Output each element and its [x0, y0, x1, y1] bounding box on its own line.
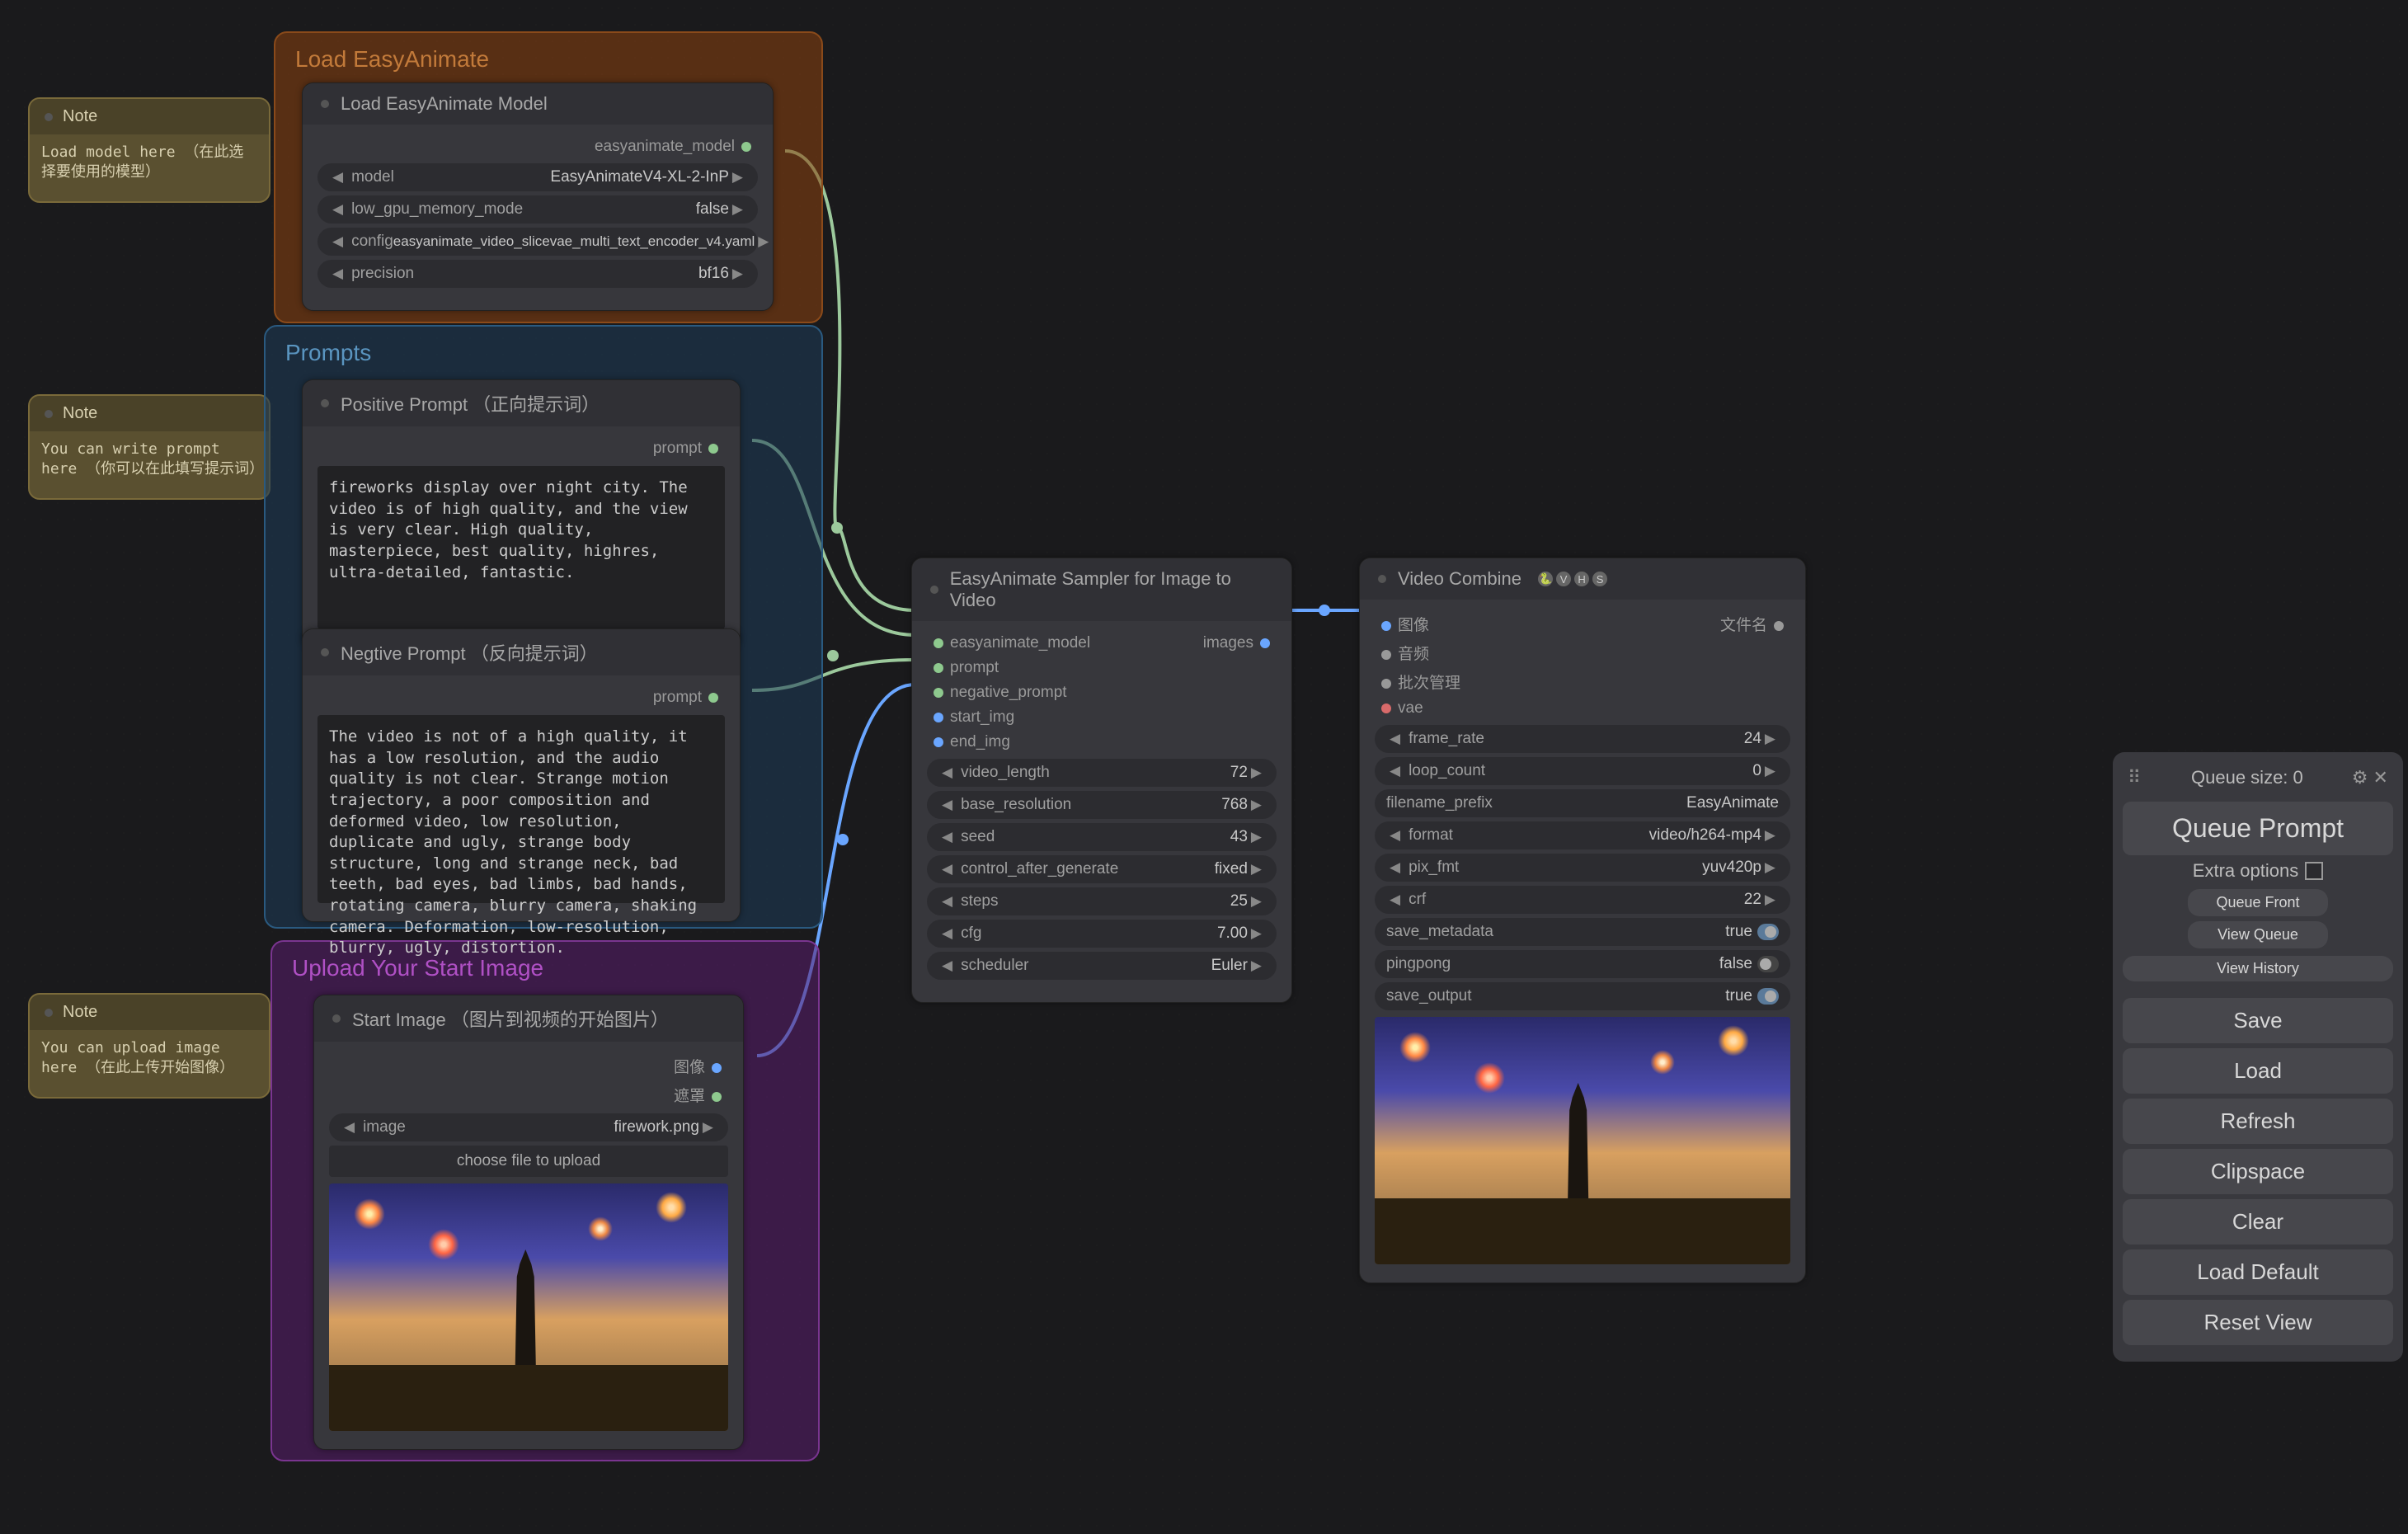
- widget-save-output[interactable]: save_outputtrue: [1375, 982, 1790, 1010]
- widget-save-metadata[interactable]: save_metadatatrue: [1375, 918, 1790, 946]
- video-preview: [1375, 1017, 1790, 1264]
- node-load-easyanimate-model[interactable]: Load EasyAnimate Model easyanimate_model…: [302, 82, 774, 311]
- clear-button[interactable]: Clear: [2123, 1199, 2393, 1245]
- reset-view-button[interactable]: Reset View: [2123, 1300, 2393, 1345]
- positive-prompt-text[interactable]: fireworks display over night city. The v…: [317, 466, 725, 629]
- widget-scheduler[interactable]: ◀schedulerEuler▶: [927, 952, 1277, 980]
- widget-format[interactable]: ◀formatvideo/h264-mp4▶: [1375, 821, 1790, 849]
- widget-loop-count[interactable]: ◀loop_count0▶: [1375, 757, 1790, 785]
- queue-prompt-button[interactable]: Queue Prompt: [2123, 802, 2393, 855]
- vhs-icon: 🐍VHS: [1538, 572, 1607, 586]
- extra-options-toggle[interactable]: Extra options: [2123, 860, 2393, 882]
- load-button[interactable]: Load: [2123, 1048, 2393, 1094]
- queue-front-button[interactable]: Queue Front: [2188, 889, 2329, 916]
- widget-precision[interactable]: ◀precisionbf16▶: [317, 260, 758, 288]
- widget-frame-rate[interactable]: ◀frame_rate24▶: [1375, 725, 1790, 753]
- negative-prompt-text[interactable]: The video is not of a high quality, it h…: [317, 715, 725, 903]
- widget-image-file[interactable]: ◀imagefirework.png▶: [329, 1113, 728, 1141]
- widget-low-gpu[interactable]: ◀low_gpu_memory_modefalse▶: [317, 195, 758, 224]
- widget-cfg[interactable]: ◀cfg7.00▶: [927, 920, 1277, 948]
- widget-steps[interactable]: ◀steps25▶: [927, 887, 1277, 915]
- side-panel[interactable]: ⠿ Queue size: 0 ⚙ ✕ Queue Prompt Extra o…: [2113, 752, 2403, 1362]
- gear-icon[interactable]: ⚙: [2352, 767, 2368, 788]
- widget-config[interactable]: ◀configeasyanimate_video_slicevae_multi_…: [317, 228, 758, 256]
- widget-filename-prefix[interactable]: filename_prefixEasyAnimate: [1375, 789, 1790, 817]
- start-image-preview: [329, 1183, 728, 1431]
- widget-base-resolution[interactable]: ◀base_resolution768▶: [927, 791, 1277, 819]
- note-upload: Note You can upload image here （在此上传开始图像…: [28, 993, 270, 1099]
- widget-control-after-generate[interactable]: ◀control_after_generatefixed▶: [927, 855, 1277, 883]
- note-load-model: Note Load model here （在此选择要使用的模型）: [28, 97, 270, 203]
- close-icon[interactable]: ✕: [2373, 767, 2388, 788]
- widget-pix-fmt[interactable]: ◀pix_fmtyuv420p▶: [1375, 854, 1790, 882]
- checkbox-icon[interactable]: [2305, 862, 2323, 880]
- node-positive-prompt[interactable]: Positive Prompt （正向提示词） prompt fireworks…: [302, 379, 741, 648]
- widget-seed[interactable]: ◀seed43▶: [927, 823, 1277, 851]
- clipspace-button[interactable]: Clipspace: [2123, 1149, 2393, 1194]
- queue-size-value: 0: [2293, 767, 2303, 788]
- save-button[interactable]: Save: [2123, 998, 2393, 1043]
- widget-model[interactable]: ◀modelEasyAnimateV4-XL-2-InP▶: [317, 163, 758, 191]
- node-negative-prompt[interactable]: Negtive Prompt （反向提示词） prompt The video …: [302, 628, 741, 922]
- widget-crf[interactable]: ◀crf22▶: [1375, 886, 1790, 914]
- view-queue-button[interactable]: View Queue: [2188, 921, 2329, 948]
- drag-handle-icon[interactable]: ⠿: [2128, 767, 2142, 788]
- load-default-button[interactable]: Load Default: [2123, 1249, 2393, 1295]
- widget-pingpong[interactable]: pingpongfalse: [1375, 950, 1790, 978]
- note-prompt: Note You can write prompt here （你可以在此填写提…: [28, 394, 270, 500]
- view-history-button[interactable]: View History: [2123, 956, 2393, 981]
- node-easyanimate-sampler[interactable]: EasyAnimate Sampler for Image to Video e…: [911, 558, 1292, 1003]
- refresh-button[interactable]: Refresh: [2123, 1099, 2393, 1144]
- node-video-combine[interactable]: Video Combine 🐍VHS 图像文件名 音频 批次管理 vae ◀fr…: [1359, 558, 1806, 1283]
- choose-file-button[interactable]: choose file to upload: [329, 1146, 728, 1177]
- node-start-image[interactable]: Start Image （图片到视频的开始图片） 图像 遮罩 ◀imagefir…: [313, 995, 744, 1450]
- widget-video-length[interactable]: ◀video_length72▶: [927, 759, 1277, 787]
